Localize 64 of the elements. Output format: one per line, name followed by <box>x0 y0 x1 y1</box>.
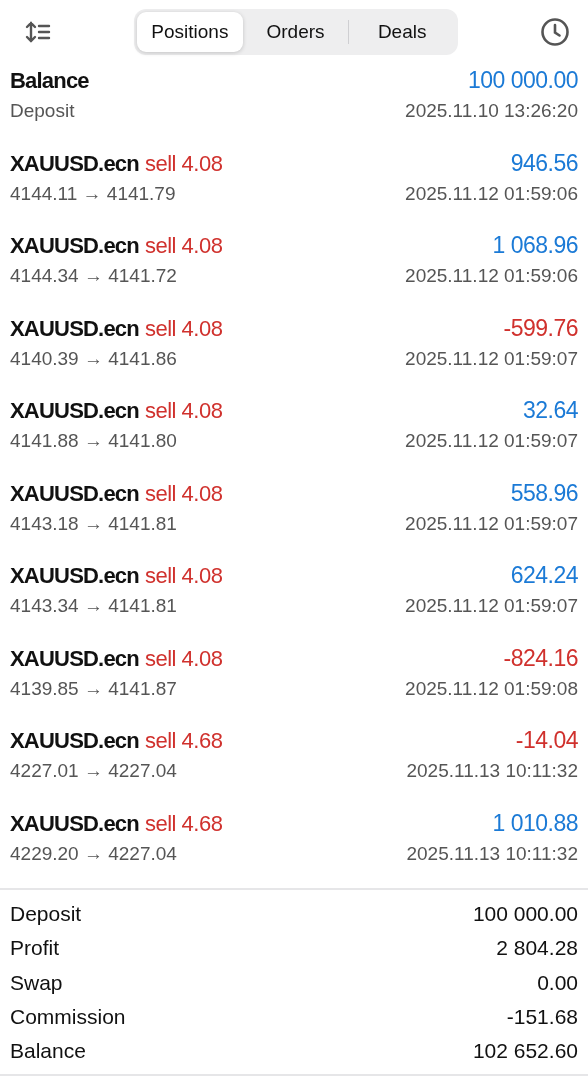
summary-value: -151.68 <box>506 1004 578 1029</box>
price-range: 4143.18 → 4141.81 <box>10 512 177 535</box>
deal-side: sell 4.08 <box>144 563 223 590</box>
summary-value: 102 652.60 <box>472 1038 578 1063</box>
symbol: XAUUSD.ecn <box>10 563 139 590</box>
symbol: XAUUSD.ecn <box>10 728 139 755</box>
deal-amount: -599.76 <box>503 314 578 342</box>
deal-side: sell 4.08 <box>144 233 223 260</box>
price-range: 4144.34 → 4141.72 <box>10 265 177 288</box>
symbol: XAUUSD.ecn <box>10 645 139 672</box>
deal-side: sell 4.08 <box>144 315 223 342</box>
deal-amount: 32.64 <box>522 397 578 425</box>
deal-comment: Deposit <box>10 100 75 123</box>
deal-side: sell 4.08 <box>144 398 223 425</box>
price-range: 4139.85 → 4141.87 <box>10 677 177 700</box>
symbol: XAUUSD.ecn <box>10 810 139 837</box>
sort-icon[interactable] <box>24 19 52 44</box>
deal-time: 2025.11.12 01:59:08 <box>405 677 578 700</box>
summary-label: Balance <box>10 1038 86 1063</box>
summary-value: 0.00 <box>537 970 578 995</box>
deal-side: sell 4.68 <box>144 728 223 755</box>
summary-label: Swap <box>10 970 63 995</box>
deal-side: sell 4.08 <box>144 150 223 177</box>
deal-amount: 624.24 <box>510 562 578 590</box>
symbol: XAUUSD.ecn <box>10 315 139 342</box>
deal-time: 2025.11.12 01:59:07 <box>405 512 578 535</box>
tab[interactable]: Orders <box>242 11 349 52</box>
deal-amount: 1 068.96 <box>492 232 578 260</box>
deal-side: sell 4.68 <box>144 810 223 837</box>
deal-time: 2025.11.13 10:11:32 <box>406 842 578 865</box>
summary-label: Profit <box>10 936 59 961</box>
deal-side: sell 4.08 <box>144 645 223 672</box>
deal-amount: 1 010.88 <box>492 809 578 837</box>
summary-value: 2 804.28 <box>496 936 578 961</box>
price-range: 4229.20 → 4227.04 <box>10 842 177 865</box>
deal-amount: 946.56 <box>510 149 578 177</box>
symbol: XAUUSD.ecn <box>10 480 139 507</box>
deal-amount: -14.04 <box>515 727 578 755</box>
summary-value: 100 000.00 <box>472 902 578 927</box>
summary-label: Deposit <box>10 902 82 927</box>
price-range: 4143.34 → 4141.81 <box>10 595 177 618</box>
deal-time: 2025.11.12 01:59:07 <box>405 595 578 618</box>
deal-amount: -824.16 <box>503 644 578 672</box>
tab[interactable]: Deals <box>349 11 455 52</box>
symbol: XAUUSD.ecn <box>10 233 139 260</box>
deal-time: 2025.11.12 01:59:06 <box>405 182 578 205</box>
price-range: 4141.88 → 4141.80 <box>10 430 177 453</box>
price-range: 4144.11 → 4141.79 <box>10 182 176 205</box>
deal-time: 2025.11.12 01:59:07 <box>405 430 578 453</box>
deal-type: Balance <box>10 68 89 95</box>
symbol: XAUUSD.ecn <box>10 150 139 177</box>
clock-icon[interactable] <box>540 16 570 47</box>
deal-time: 2025.11.13 10:11:32 <box>406 760 578 783</box>
deal-time: 2025.11.12 01:59:06 <box>405 265 578 288</box>
deal-amount: 558.96 <box>510 479 578 507</box>
deal-side: sell 4.08 <box>144 480 223 507</box>
summary-label: Commission <box>10 1004 126 1029</box>
deal-time: 2025.11.12 01:59:07 <box>405 347 578 370</box>
deal-amount: 100 000.00 <box>467 67 578 95</box>
tab[interactable]: Positions <box>137 11 243 52</box>
deal-time: 2025.11.10 13:26:20 <box>405 100 578 123</box>
price-range: 4140.39 → 4141.86 <box>10 347 177 370</box>
price-range: 4227.01 → 4227.04 <box>10 760 177 783</box>
symbol: XAUUSD.ecn <box>10 398 139 425</box>
